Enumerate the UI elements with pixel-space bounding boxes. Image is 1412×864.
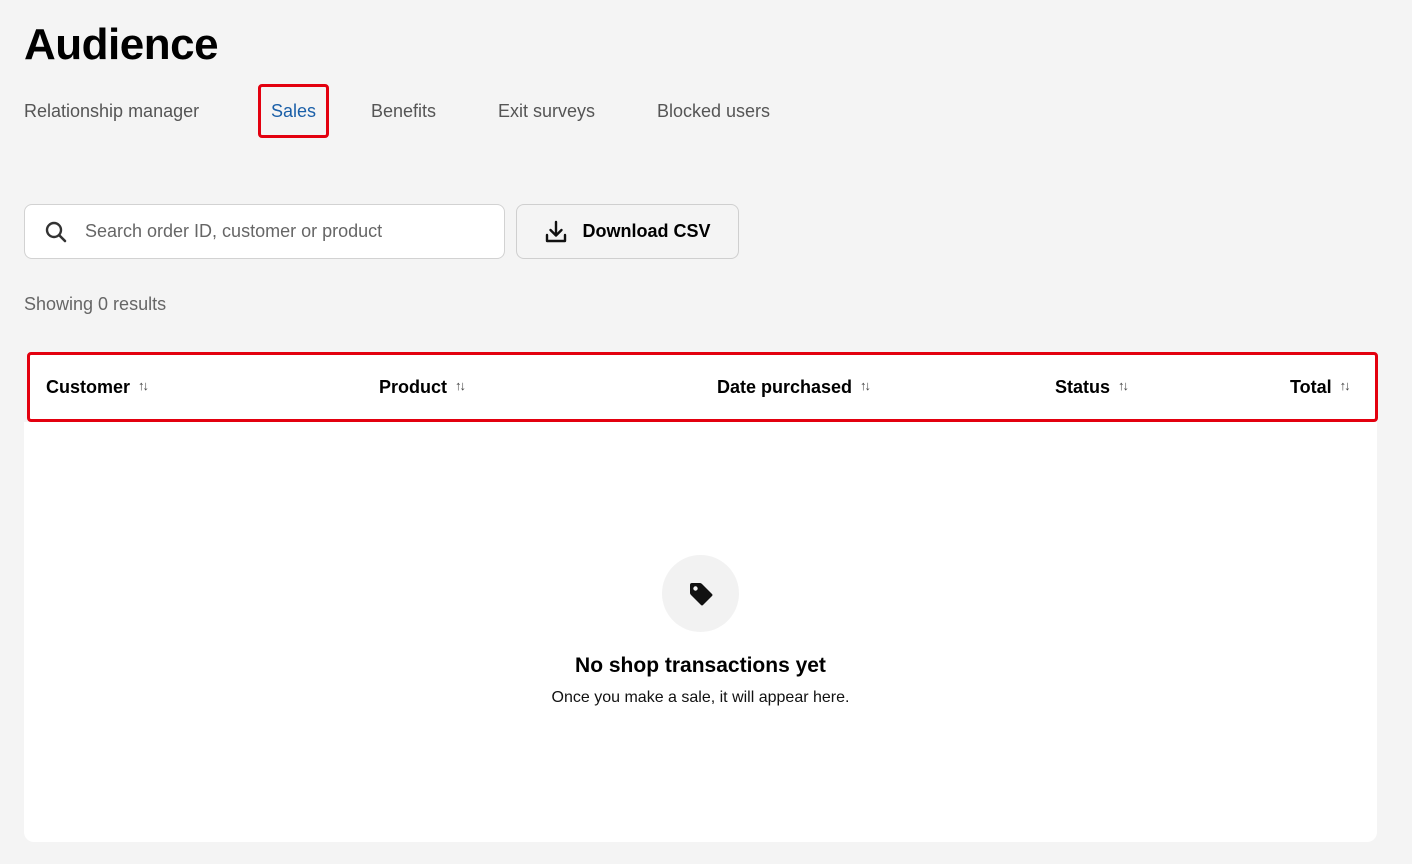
empty-state-subtitle: Once you make a sale, it will appear her… [551, 689, 850, 706]
table-body: No shop transactions yet Once you make a… [24, 422, 1377, 842]
column-label-status: Status [1055, 376, 1111, 397]
sort-icon: ↑↓ [1339, 377, 1351, 393]
column-label-total: Total [1290, 376, 1332, 397]
download-icon [544, 220, 568, 244]
search-icon [45, 221, 67, 243]
sort-icon: ↑↓ [455, 377, 466, 393]
download-csv-label: Download CSV [582, 221, 711, 241]
column-header-status[interactable]: Status ↑↓ [1055, 355, 1129, 419]
column-label-product: Product [379, 376, 448, 397]
table-header: Customer ↑↓ Product ↑↓ Date purchased ↑↓… [27, 352, 1378, 422]
column-header-total[interactable]: Total ↑↓ [1290, 355, 1351, 419]
column-label-date-purchased: Date purchased [717, 376, 853, 397]
sort-icon: ↑↓ [1118, 377, 1129, 393]
search-input[interactable] [85, 221, 485, 242]
sort-icon: ↑↓ [138, 377, 149, 393]
page-title: Audience [24, 20, 219, 69]
results-count: Showing 0 results [24, 294, 167, 314]
sort-icon: ↑↓ [860, 377, 871, 393]
empty-state-icon-wrap [662, 555, 739, 632]
search-box[interactable] [24, 204, 505, 259]
column-header-date-purchased[interactable]: Date purchased ↑↓ [717, 355, 871, 419]
tab-blocked-users[interactable]: Blocked users [657, 84, 770, 138]
tab-relationship-manager[interactable]: Relationship manager [24, 84, 199, 138]
column-header-product[interactable]: Product ↑↓ [379, 355, 466, 419]
tag-icon [687, 580, 715, 608]
column-label-customer: Customer [46, 376, 131, 397]
tab-sales[interactable]: Sales [258, 84, 330, 138]
empty-state-title: No shop transactions yet [575, 654, 826, 677]
download-csv-button[interactable]: Download CSV [516, 204, 739, 259]
tab-exit-surveys[interactable]: Exit surveys [498, 84, 595, 138]
column-header-customer[interactable]: Customer ↑↓ [46, 355, 149, 419]
tab-benefits[interactable]: Benefits [371, 84, 436, 138]
